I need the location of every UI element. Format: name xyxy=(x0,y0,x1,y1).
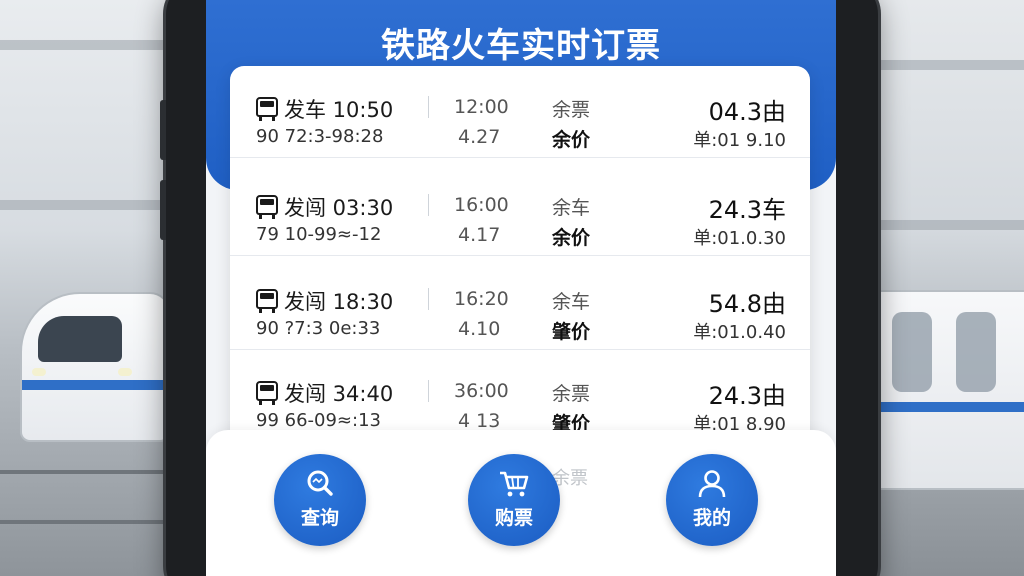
seat-label: 余车 xyxy=(552,197,591,219)
divider xyxy=(428,194,429,216)
cart-icon xyxy=(500,471,529,497)
train-window xyxy=(38,316,122,362)
class-label: 肇价 xyxy=(552,321,591,343)
train-stripe xyxy=(876,402,1024,412)
ceiling-beam xyxy=(0,200,180,210)
class-label: 余价 xyxy=(552,227,591,249)
arrive-time: 36:00 xyxy=(454,380,509,402)
train-icon xyxy=(256,195,278,219)
train-code: 79 10-99≈-12 xyxy=(256,224,382,245)
divider xyxy=(428,96,429,118)
train-icon xyxy=(256,97,278,121)
train-headlight xyxy=(32,368,46,376)
price-unit: 由 xyxy=(762,382,786,410)
app-title: 铁路火车实时订票 xyxy=(381,26,661,66)
phone-frame: 铁路火车实时订票 发车 10:50 90 72:3-98:28 12:00 4.… xyxy=(160,0,878,576)
duration: 4.17 xyxy=(458,224,501,246)
train-code: 90 72:3-98:28 xyxy=(256,126,384,147)
class-label: 余价 xyxy=(552,129,591,151)
arrive-time: 16:20 xyxy=(454,288,509,310)
duration: 4 13 xyxy=(458,410,501,432)
train-row[interactable]: 发闯 34:40 99 66-09≈:13 36:00 4 13 余票 肇价 2… xyxy=(230,350,810,442)
depart-label: 发闯 34:40 xyxy=(284,382,394,406)
duration: 4.27 xyxy=(458,126,501,148)
rail xyxy=(0,520,180,524)
user-icon xyxy=(698,470,726,498)
station-left xyxy=(0,0,180,576)
train-row[interactable]: 发闯 18:30 90 ?7:3 0e:33 16:20 4.10 余车 肇价 … xyxy=(230,258,810,350)
buy-button[interactable]: 购票 xyxy=(468,454,560,546)
train-icon xyxy=(256,381,278,405)
train-list: 发车 10:50 90 72:3-98:28 12:00 4.27 余票 余价 … xyxy=(230,66,810,466)
price-unit: 由 xyxy=(762,290,786,318)
rail xyxy=(0,470,180,474)
app-screen: 铁路火车实时订票 发车 10:50 90 72:3-98:28 12:00 4.… xyxy=(206,0,836,576)
price-value: 24.3 xyxy=(708,196,762,224)
train-code: 99 66-09≈:13 xyxy=(256,410,381,431)
phone-side-button xyxy=(160,100,166,160)
train-headlight xyxy=(118,368,132,376)
depart-label: 发闯 18:30 xyxy=(284,290,394,314)
train-code: 90 ?7:3 0e:33 xyxy=(256,318,381,339)
unit-price: 单:01.0.30 xyxy=(693,228,786,249)
train-right xyxy=(874,290,1024,490)
divider xyxy=(428,288,429,310)
seat-label: 余票 xyxy=(552,383,591,405)
unit-price: 单:01 9.10 xyxy=(693,130,786,151)
train-row[interactable]: 发闯 03:30 79 10-99≈-12 16:00 4.17 余车 余价 2… xyxy=(230,164,810,256)
buy-label: 购票 xyxy=(494,507,533,529)
duration: 4.10 xyxy=(458,318,501,340)
arrive-time: 16:00 xyxy=(454,194,509,216)
train-row[interactable]: 发车 10:50 90 72:3-98:28 12:00 4.27 余票 余价 … xyxy=(230,66,810,158)
price-unit: 车 xyxy=(762,196,786,224)
mine-label: 我的 xyxy=(692,507,731,529)
search-icon xyxy=(307,470,333,496)
train-stripe xyxy=(22,380,168,390)
ceiling-beam xyxy=(0,40,180,50)
train-window xyxy=(956,312,996,392)
query-label: 查询 xyxy=(300,507,339,529)
price-value: 24.3 xyxy=(708,382,762,410)
seat-label: 余票 xyxy=(552,99,591,121)
bottom-nav: 余票 查询 购票 我的 xyxy=(206,430,836,576)
price: 24.3车 xyxy=(709,190,786,225)
price: 24.3由 xyxy=(709,376,786,411)
price-value: 04.3 xyxy=(708,98,762,126)
train-icon xyxy=(256,289,278,313)
unit-price: 单:01.0.40 xyxy=(693,322,786,343)
depart-label: 发闯 03:30 xyxy=(284,196,394,220)
price: 54.8由 xyxy=(709,284,786,319)
price-unit: 由 xyxy=(762,98,786,126)
arrive-time: 12:00 xyxy=(454,96,509,118)
divider xyxy=(428,380,429,402)
query-button[interactable]: 查询 xyxy=(274,454,366,546)
seat-label: 余车 xyxy=(552,291,591,313)
depart-label: 发车 10:50 xyxy=(284,98,394,122)
price: 04.3由 xyxy=(709,92,786,127)
mine-button[interactable]: 我的 xyxy=(666,454,758,546)
train-left xyxy=(20,292,170,442)
train-window xyxy=(892,312,932,392)
phone-side-button xyxy=(160,180,166,240)
price-value: 54.8 xyxy=(708,290,762,318)
